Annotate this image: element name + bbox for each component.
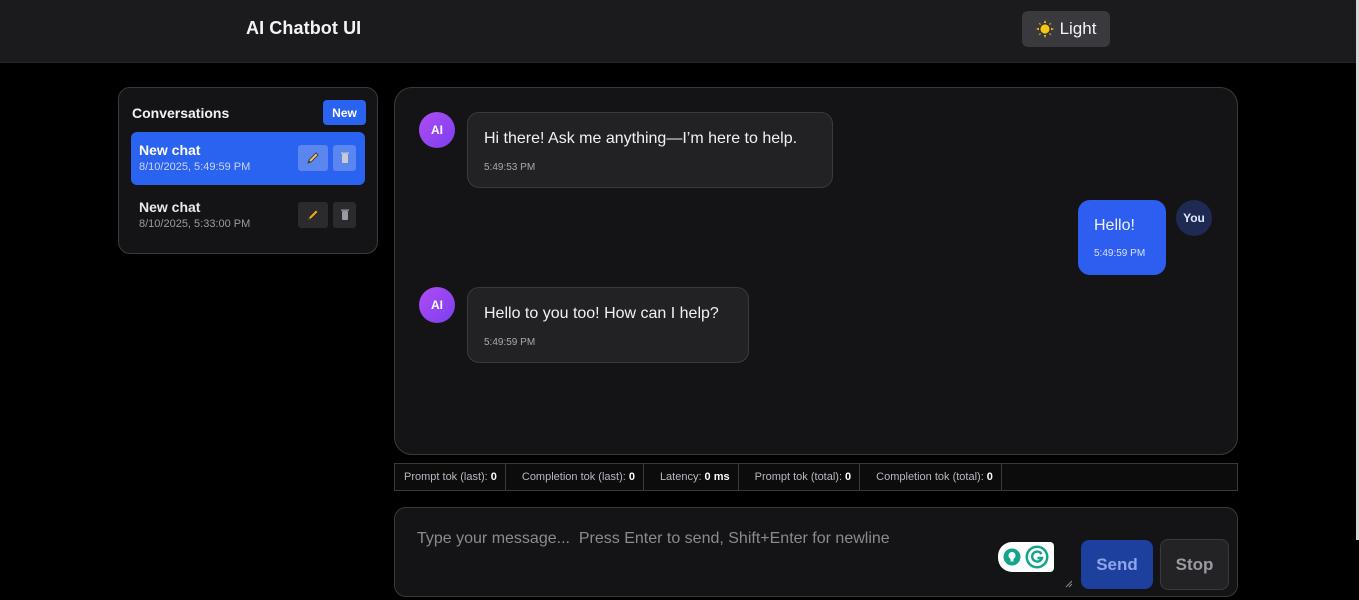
resize-grip-icon[interactable] — [1065, 580, 1073, 588]
conversation-item[interactable]: New chat 8/10/2025, 5:33:00 PM — [131, 189, 365, 242]
token-stats-bar: Prompt tok (last): 0 Completion tok (last… — [394, 463, 1238, 491]
theme-toggle-label: Light — [1059, 19, 1097, 38]
delete-button[interactable] — [333, 202, 356, 228]
lightbulb-icon — [1003, 548, 1021, 566]
ai-avatar: AI — [419, 287, 455, 323]
stat-completion-last: Completion tok (last): 0 — [514, 464, 644, 490]
stat-prompt-last: Prompt tok (last): 0 — [396, 464, 506, 490]
conversations-sidebar: Conversations New New chat 8/10/2025, 5:… — [118, 87, 378, 254]
conversation-date: 8/10/2025, 5:33:00 PM — [139, 218, 251, 230]
sidebar-title: Conversations — [132, 105, 230, 121]
trash-icon — [340, 152, 349, 163]
ai-message-bubble: Hello to you too! How can I help? 5:49:5… — [467, 287, 749, 363]
conversation-item[interactable]: New chat 8/10/2025, 5:49:59 PM — [131, 132, 365, 185]
message-composer: Send Stop — [394, 507, 1238, 597]
user-message-bubble: Hello! 5:49:59 PM — [1078, 200, 1166, 275]
user-avatar: You — [1176, 200, 1212, 236]
app-title: AI Chatbot UI — [246, 18, 362, 38]
grammarly-icon — [1025, 545, 1049, 569]
rename-button[interactable] — [298, 202, 328, 228]
conversation-title: New chat — [139, 142, 201, 158]
stat-completion-total: Completion tok (total): 0 — [868, 464, 1002, 490]
message-text: Hello! — [1094, 217, 1135, 234]
ai-avatar: AI — [419, 112, 455, 148]
new-conversation-button[interactable]: New — [323, 100, 366, 125]
theme-toggle-button[interactable]: Light — [1022, 11, 1110, 47]
message-text: Hello to you too! How can I help? — [484, 305, 719, 322]
delete-button[interactable] — [333, 145, 356, 171]
pencil-icon — [307, 152, 319, 164]
pencil-icon — [307, 209, 319, 221]
sun-icon — [1035, 20, 1054, 38]
message-time: 5:49:59 PM — [484, 337, 536, 348]
message-input[interactable] — [417, 530, 1067, 590]
top-bar: AI Chatbot UI Light — [0, 0, 1359, 63]
stat-latency: Latency: 0 ms — [652, 464, 739, 490]
message-time: 5:49:53 PM — [484, 162, 536, 173]
message-time: 5:49:59 PM — [1094, 248, 1146, 259]
grammarly-widget[interactable] — [998, 542, 1054, 572]
rename-button[interactable] — [298, 145, 328, 171]
message-text: Hi there! Ask me anything—I’m here to he… — [484, 130, 798, 147]
ai-message-bubble: Hi there! Ask me anything—I’m here to he… — [467, 112, 833, 188]
trash-icon — [340, 209, 349, 220]
conversation-date: 8/10/2025, 5:49:59 PM — [139, 161, 251, 173]
send-button[interactable]: Send — [1081, 540, 1153, 589]
stat-prompt-total: Prompt tok (total): 0 — [747, 464, 861, 490]
chat-panel: AI Hi there! Ask me anything—I’m here to… — [394, 87, 1238, 455]
conversation-title: New chat — [139, 199, 201, 215]
stop-button[interactable]: Stop — [1160, 539, 1229, 590]
